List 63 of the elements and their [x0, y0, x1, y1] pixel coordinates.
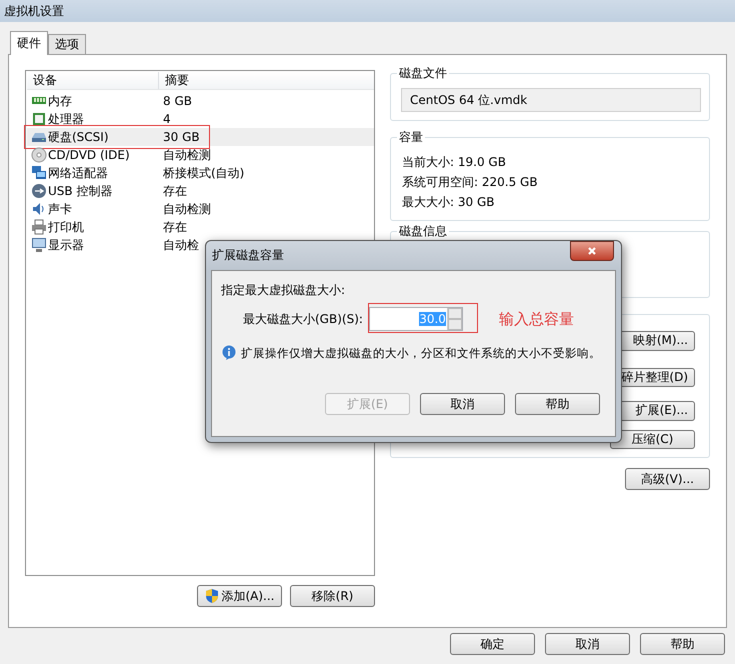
device-summary: 存在: [163, 182, 187, 200]
device-name: 内存: [48, 92, 72, 110]
device-row[interactable]: 硬盘(SCSI) 30 GB: [27, 128, 374, 146]
dialog-button[interactable]: 取消: [545, 633, 630, 655]
tab[interactable]: 硬件: [10, 31, 48, 55]
printer-icon: [31, 219, 47, 235]
info-text: 扩展操作仅增大虚拟磁盘的大小，分区和文件系统的大小不受影响。: [241, 346, 601, 360]
group-title: 磁盘文件: [397, 65, 449, 82]
device-summary: 8 GB: [163, 94, 192, 108]
device-row[interactable]: 声卡 自动检测: [27, 200, 374, 218]
utility-button[interactable]: 压缩(C): [610, 430, 695, 449]
device-row[interactable]: 打印机 存在: [27, 218, 374, 236]
device-row[interactable]: 内存 8 GB: [27, 92, 374, 110]
group-title: 磁盘信息: [397, 223, 449, 240]
capacity-text: 当前大小: 19.0 GB: [401, 154, 507, 171]
remove-button[interactable]: 移除(R): [290, 585, 375, 607]
device-summary: 桥接模式(自动): [163, 164, 244, 182]
dialog-button[interactable]: 确定: [450, 633, 535, 655]
device-name: 处理器: [48, 110, 84, 128]
device-row[interactable]: USB 控制器 存在: [27, 182, 374, 200]
device-name: 声卡: [48, 200, 72, 218]
device-summary: 30 GB: [163, 130, 200, 144]
column-header[interactable]: 摘要: [159, 72, 195, 89]
device-summary: 自动检: [163, 236, 199, 254]
shield-icon: [204, 588, 220, 604]
device-name: 打印机: [48, 218, 84, 236]
network-icon: [31, 165, 47, 181]
device-summary: 存在: [163, 218, 187, 236]
device-name: CD/DVD (IDE): [48, 148, 130, 162]
field-label: 最大磁盘大小(GB)(S):: [243, 310, 363, 328]
spin-up-button[interactable]: [448, 308, 462, 319]
annotation-text: 输入总容量: [498, 310, 574, 328]
device-name: 显示器: [48, 236, 84, 254]
chip-icon: [31, 111, 47, 127]
tab[interactable]: 选项: [48, 34, 86, 54]
file-field: CentOS 64 位.vmdk: [401, 88, 701, 112]
column-header[interactable]: 设备: [27, 72, 159, 89]
device-name: 硬盘(SCSI): [48, 128, 109, 146]
device-row[interactable]: 处理器 4: [27, 110, 374, 128]
prompt-text: 指定最大虚拟磁盘大小:: [221, 282, 346, 299]
dialog-button[interactable]: 帮助: [515, 393, 600, 415]
capacity-text: 系统可用空间: 220.5 GB: [401, 174, 539, 191]
usb-icon: [31, 183, 47, 199]
device-summary: 自动检测: [163, 200, 211, 218]
capacity-text: 最大大小: 30 GB: [401, 194, 496, 211]
dialog-button[interactable]: 帮助: [640, 633, 725, 655]
disc-icon: [31, 147, 47, 163]
add-button[interactable]: 添加(A)...: [197, 585, 282, 607]
device-name: 网络适配器: [48, 164, 108, 182]
advanced-button[interactable]: 高级(V)...: [625, 468, 710, 490]
device-summary: 自动检测: [163, 146, 211, 164]
monitor-icon: [31, 237, 47, 253]
device-summary: 4: [163, 112, 171, 126]
close-icon: [587, 246, 597, 256]
device-row[interactable]: 网络适配器 桥接模式(自动): [27, 164, 374, 182]
window-title: 虚拟机设置: [4, 2, 64, 20]
device-row[interactable]: CD/DVD (IDE) 自动检测: [27, 146, 374, 164]
info-icon: [221, 345, 237, 361]
dialog-button[interactable]: 取消: [420, 393, 505, 415]
dialog-title: 扩展磁盘容量: [211, 247, 284, 264]
spin-down-button[interactable]: [448, 319, 462, 330]
close-button[interactable]: [570, 241, 614, 261]
device-name: USB 控制器: [48, 182, 112, 200]
